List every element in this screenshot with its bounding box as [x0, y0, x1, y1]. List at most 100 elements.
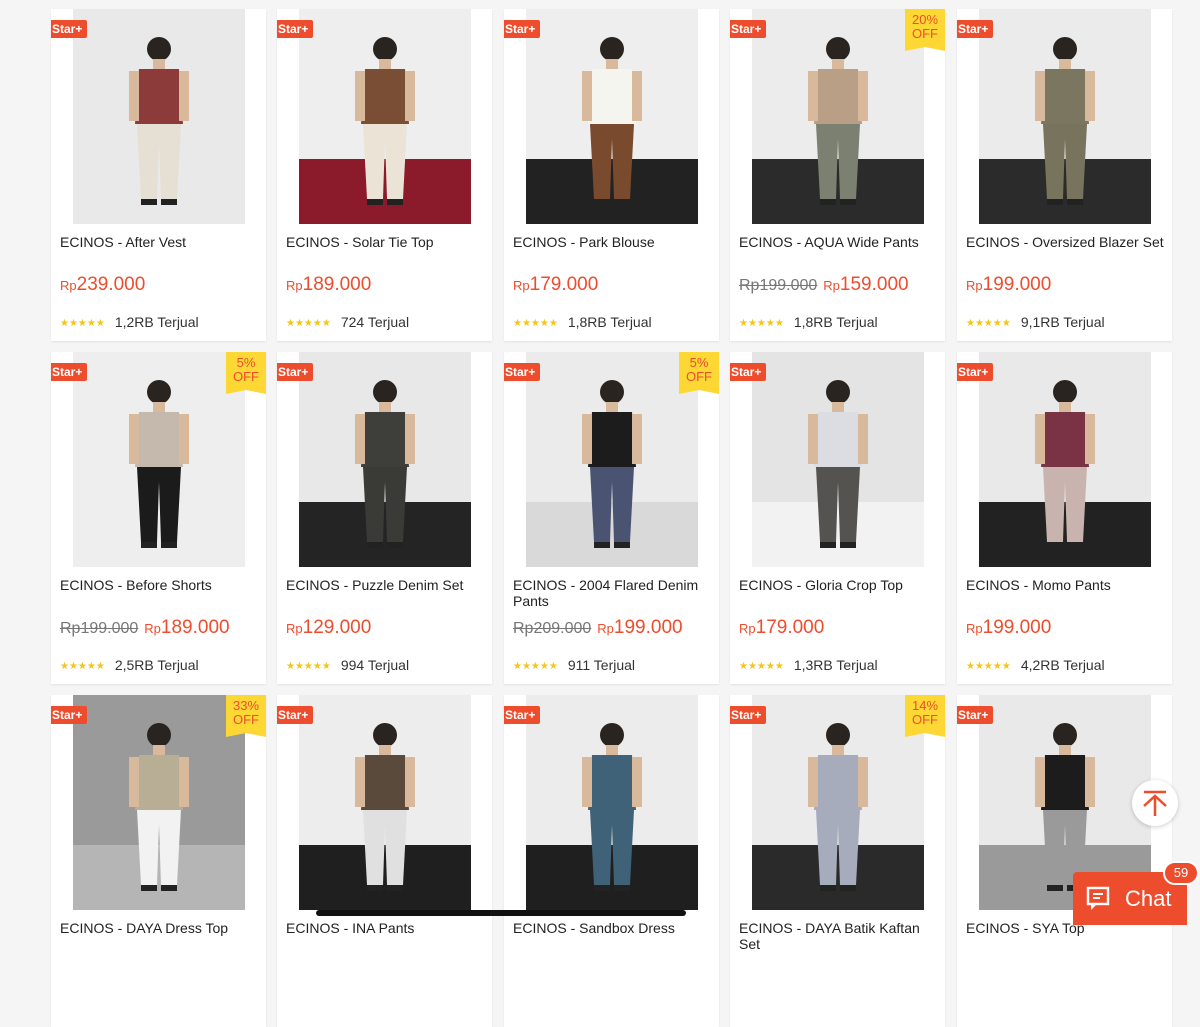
product-image[interactable]: Star+	[730, 352, 945, 567]
product-image[interactable]: Star+ 20% OFF	[730, 9, 945, 224]
rating-sold-row: ★★★★★ 9,1RB Terjual	[966, 314, 1105, 330]
product-image[interactable]: Star+ 14% OFF	[730, 695, 945, 910]
price-value: 189.000	[160, 617, 230, 638]
rating-stars-icon: ★★★★★	[513, 318, 558, 329]
rating-stars-icon: ★★★★★	[966, 318, 1011, 329]
discount-off-label: OFF	[686, 369, 712, 384]
rating-sold-row: ★★★★★ 724 Terjual	[286, 314, 409, 330]
product-card[interactable]: Star+ 33% OFF ECINOS - DAYA Dress Top	[51, 695, 266, 1027]
star-plus-badge: Star+	[957, 706, 994, 727]
discount-percent: 20%	[911, 12, 939, 27]
price-currency: Rp	[597, 621, 614, 636]
price-row: Rp199.000 Rp 189.000	[60, 617, 230, 639]
original-price-value: 209.000	[533, 620, 592, 637]
product-name[interactable]: ECINOS - INA Pants	[286, 920, 486, 936]
rating-stars-icon: ★★★★★	[286, 661, 331, 672]
star-plus-badge: Star+	[957, 20, 994, 41]
product-image[interactable]: Star+ 5% OFF	[51, 352, 266, 567]
product-card[interactable]: Star+ ECINOS - INA Pants	[277, 695, 492, 1027]
price-row: Rp199.000	[966, 274, 1051, 296]
product-card[interactable]: Star+ ECINOS - Solar Tie Top Rp189.000 ★★★★…	[277, 9, 492, 341]
sale-price: Rp199.000	[597, 617, 682, 638]
sale-price: Rp179.000	[513, 274, 598, 295]
arrow-up-to-top-icon	[1143, 790, 1167, 816]
rating-stars-icon: ★★★★★	[966, 661, 1011, 672]
product-image[interactable]: Star+	[277, 695, 492, 910]
price-currency: Rp	[60, 278, 77, 293]
product-image[interactable]: Star+ 33% OFF	[51, 695, 266, 910]
product-card[interactable]: Star+ ECINOS - Park Blouse Rp179.000 ★★★★★ 1…	[504, 9, 719, 341]
product-card[interactable]: Star+ 5% OFF ECINOS - 2004 Flared Denim Pan…	[504, 352, 719, 684]
price-row: Rp 209.000 Rp199.000	[513, 617, 683, 639]
rating-sold-row: ★★★★★ 2,5RB Terjual	[60, 657, 199, 673]
price-value: 239.000	[76, 274, 146, 295]
product-grid: Star+ ECINOS - After Vest Rp239.000 ★★★★★ 1,…	[0, 0, 1200, 1027]
discount-percent: 5%	[689, 355, 709, 370]
star-plus-badge: Star+	[730, 706, 767, 727]
product-name[interactable]: ECINOS - Sandbox Dress	[513, 920, 713, 936]
product-card[interactable]: Star+ ECINOS - Sandbox Dress	[504, 695, 719, 1027]
product-image[interactable]: Star+	[277, 352, 492, 567]
product-card[interactable]: Star+ 5% OFF ECINOS - Before Shorts Rp199.00…	[51, 352, 266, 684]
product-image[interactable]: Star+	[277, 9, 492, 224]
rating-stars-icon: ★★★★★	[60, 661, 105, 672]
product-name[interactable]: ECINOS - Park Blouse	[513, 234, 713, 250]
star-plus-badge: Star+	[957, 363, 994, 384]
product-photo	[752, 352, 924, 567]
product-name[interactable]: ECINOS - DAYA Dress Top	[60, 920, 260, 936]
product-name[interactable]: ECINOS - Before Shorts	[60, 577, 260, 593]
discount-off-label: OFF	[233, 712, 259, 727]
chat-label: Chat	[1125, 886, 1172, 911]
rating-stars-icon: ★★★★★	[60, 318, 105, 329]
product-name[interactable]: ECINOS - Oversized Blazer Set	[966, 234, 1166, 250]
discount-percent: 33%	[232, 698, 260, 713]
product-name[interactable]: ECINOS - Momo Pants	[966, 577, 1166, 593]
sold-count: 994 Terjual	[340, 657, 410, 673]
star-plus-badge: Star+	[277, 706, 314, 727]
product-card[interactable]: Star+ 14% OFF ECINOS - DAYA Batik Kaftan Se…	[730, 695, 945, 1027]
product-card[interactable]: Star+ ECINOS - Oversized Blazer Set Rp199.…	[957, 9, 1172, 341]
product-card[interactable]: Star+ ECINOS - After Vest Rp239.000 ★★★★★ 1,…	[51, 9, 266, 341]
original-price-currency: Rp	[60, 620, 81, 637]
horizontal-scrollbar[interactable]	[316, 910, 686, 916]
sold-count: 1,8RB Terjual	[793, 314, 878, 330]
product-card[interactable]: Star+ ECINOS - SYA Top	[957, 695, 1172, 1027]
product-name[interactable]: ECINOS - 2004 Flared Denim Pants	[513, 577, 713, 609]
product-photo	[73, 352, 245, 567]
product-image[interactable]: Star+	[957, 352, 1172, 567]
product-card[interactable]: Star+ ECINOS - Gloria Crop Top Rp179.000 ★★…	[730, 352, 945, 684]
chat-button[interactable]: Chat 59	[1073, 861, 1199, 925]
sold-count: 724 Terjual	[340, 314, 410, 330]
product-image[interactable]: Star+	[51, 9, 266, 224]
product-card[interactable]: Star+ ECINOS - Puzzle Denim Set Rp129.000 ★…	[277, 352, 492, 684]
product-image[interactable]: Star+ 5% OFF	[504, 352, 719, 567]
product-photo	[299, 695, 471, 910]
discount-off-label: OFF	[233, 369, 259, 384]
price-row: Rp239.000	[60, 274, 145, 296]
rating-sold-row: ★★★★★ 994 Terjual	[286, 657, 409, 673]
product-card[interactable]: Star+ ECINOS - Momo Pants Rp199.000 ★★★★★ 4,…	[957, 352, 1172, 684]
product-image[interactable]: Star+	[957, 9, 1172, 224]
product-name[interactable]: ECINOS - AQUA Wide Pants	[739, 234, 939, 250]
scroll-to-top-button[interactable]	[1132, 780, 1178, 826]
star-plus-badge: Star+	[504, 20, 541, 41]
rating-stars-icon: ★★★★★	[286, 318, 331, 329]
product-image[interactable]: Star+	[504, 695, 719, 910]
discount-percent: 14%	[911, 698, 939, 713]
product-card[interactable]: Star+ 20% OFF ECINOS - AQUA Wide Pants Rp199…	[730, 9, 945, 341]
product-name[interactable]: ECINOS - After Vest	[60, 234, 260, 250]
star-plus-badge: Star+	[504, 706, 541, 727]
sold-count: 4,2RB Terjual	[1020, 657, 1105, 673]
discount-badge: 14% OFF	[905, 695, 945, 737]
original-price-currency: Rp	[739, 277, 760, 294]
price-row: Rp179.000	[739, 617, 824, 639]
product-photo	[526, 352, 698, 567]
product-name[interactable]: ECINOS - Solar Tie Top	[286, 234, 486, 250]
product-image[interactable]: Star+	[504, 9, 719, 224]
original-price: Rp199.000	[60, 620, 138, 637]
product-name[interactable]: ECINOS - Puzzle Denim Set	[286, 577, 486, 593]
product-name[interactable]: ECINOS - Gloria Crop Top	[739, 577, 939, 593]
star-plus-badge: Star+	[277, 20, 314, 41]
price-row: Rp189.000	[286, 274, 371, 296]
price-row: Rp199.000	[966, 617, 1051, 639]
